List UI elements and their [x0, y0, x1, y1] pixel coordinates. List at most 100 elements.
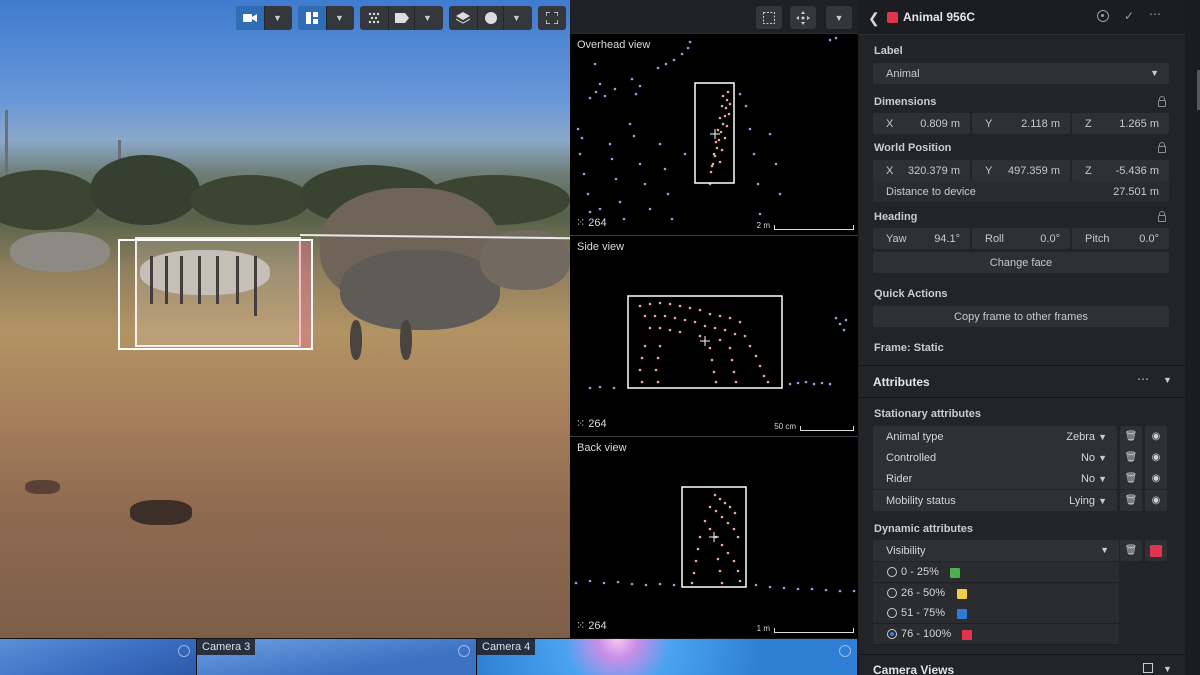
- lock-icon[interactable]: [1158, 96, 1166, 107]
- roll-value: 0.0°: [1040, 233, 1060, 245]
- camera-thumbnail[interactable]: Camera 4: [477, 639, 858, 675]
- label-select[interactable]: Animal ▼: [873, 63, 1169, 84]
- lock-icon[interactable]: [1158, 211, 1166, 222]
- dimension-z-field[interactable]: Z 1.265 m: [1072, 113, 1169, 134]
- chevron-down-icon[interactable]: ▼: [826, 6, 852, 29]
- yaw-value: 94.1°: [934, 233, 960, 245]
- change-face-button[interactable]: Change face: [873, 252, 1169, 273]
- camera-thumbnail[interactable]: [0, 639, 197, 675]
- back-view[interactable]: Back view ⁙ 264 1 m: [570, 437, 858, 638]
- move-icon[interactable]: [790, 6, 816, 29]
- wildebeest-leg: [400, 320, 412, 360]
- grid-layout-icon[interactable]: [298, 6, 326, 30]
- dimension-y-field[interactable]: Y 2.118 m: [972, 113, 1070, 134]
- camera-toolbar-group: ▼: [236, 6, 292, 30]
- radio-button[interactable]: [887, 567, 897, 577]
- checkmark-icon[interactable]: ✓: [1124, 9, 1134, 23]
- attribute-row[interactable]: Animal type Zebra ▼: [873, 426, 1117, 447]
- attribute-row[interactable]: Mobility status Lying ▼: [873, 490, 1117, 511]
- trash-icon[interactable]: 🗑: [1120, 447, 1142, 468]
- palette-icon[interactable]: ◉: [1145, 490, 1167, 511]
- camera-settings-icon[interactable]: [178, 645, 190, 657]
- pitch-field[interactable]: Pitch 0.0°: [1072, 228, 1169, 249]
- visibility-select[interactable]: Visibility ▼: [873, 540, 1119, 561]
- select-region-icon[interactable]: [756, 6, 782, 29]
- attribute-value[interactable]: Lying ▼: [1069, 495, 1107, 507]
- roll-field[interactable]: Roll 0.0°: [972, 228, 1070, 249]
- layout-toolbar-group: ▼: [298, 6, 354, 30]
- axis-label: X: [886, 118, 894, 130]
- camera-view[interactable]: ▼ ▼ ▼ ▼: [0, 0, 570, 638]
- camera-thumbnail[interactable]: Camera 3: [197, 639, 477, 675]
- attributes-title: Attributes: [873, 375, 930, 389]
- visibility-color-button[interactable]: [1145, 540, 1167, 561]
- lock-icon[interactable]: [1158, 142, 1166, 153]
- layers-icon[interactable]: [449, 6, 477, 30]
- chevron-down-icon[interactable]: ▼: [264, 6, 290, 30]
- fullscreen-group: [538, 6, 566, 30]
- visibility-option[interactable]: 76 - 100%: [873, 624, 1119, 645]
- trash-icon[interactable]: 🗑: [1120, 490, 1142, 511]
- chevron-down-icon[interactable]: ▼: [326, 6, 352, 30]
- axis-label: X: [886, 165, 894, 177]
- position-z-field[interactable]: Z -5.436 m: [1072, 160, 1169, 181]
- views-toolbar: ▼: [570, 0, 858, 34]
- scale-label: 1 m: [756, 624, 770, 633]
- zebra-herd: [10, 232, 110, 272]
- palette-icon[interactable]: ◉: [1145, 447, 1167, 468]
- palette-icon[interactable]: ◉: [1145, 426, 1167, 447]
- tree: [190, 175, 310, 225]
- distance-to-device: Distance to device 27.501 m: [873, 181, 1169, 202]
- chevron-down-icon[interactable]: ▼: [1163, 664, 1172, 674]
- circle-icon[interactable]: [477, 6, 503, 30]
- fullscreen-icon[interactable]: [538, 6, 566, 30]
- more-options-icon[interactable]: ⋯: [1149, 7, 1162, 21]
- scale-indicator: 50 cm: [774, 422, 854, 431]
- visibility-option[interactable]: 26 - 50%: [873, 583, 1119, 604]
- camera-settings-icon[interactable]: [839, 645, 851, 657]
- tag-icon[interactable]: [388, 6, 414, 30]
- chevron-down-icon[interactable]: ▼: [503, 6, 529, 30]
- video-camera-icon[interactable]: [236, 6, 264, 30]
- visibility-option[interactable]: 51 - 75%: [873, 603, 1119, 624]
- radio-button-selected[interactable]: [887, 629, 897, 639]
- locate-icon[interactable]: [1097, 10, 1109, 22]
- trash-icon[interactable]: 🗑: [1120, 426, 1142, 447]
- position-y-field[interactable]: Y 497.359 m: [972, 160, 1070, 181]
- attribute-value[interactable]: No ▼: [1081, 473, 1107, 485]
- position-x-field[interactable]: X 320.379 m: [873, 160, 970, 181]
- trash-icon[interactable]: 🗑: [1120, 540, 1142, 561]
- scale-label: 2 m: [756, 221, 770, 230]
- chevron-down-icon[interactable]: ▼: [1163, 375, 1172, 385]
- radio-button[interactable]: [887, 608, 897, 618]
- visibility-option[interactable]: 0 - 25%: [873, 562, 1119, 583]
- side-view[interactable]: Side view ⁙ 264 50 cm: [570, 236, 858, 436]
- more-options-icon[interactable]: ⋯: [1137, 372, 1149, 386]
- frame-status: Frame: Static: [874, 342, 944, 354]
- overhead-view[interactable]: Overhead view ⁙ 264 2 m: [570, 34, 858, 235]
- chevron-down-icon[interactable]: ▼: [414, 6, 440, 30]
- pitch-value: 0.0°: [1139, 233, 1159, 245]
- point-cloud-icon[interactable]: [360, 6, 388, 30]
- tree: [0, 170, 100, 230]
- open-external-icon[interactable]: [1143, 663, 1153, 673]
- trash-icon[interactable]: 🗑: [1120, 468, 1142, 489]
- radio-button[interactable]: [887, 588, 897, 598]
- back-arrow-icon[interactable]: ❮: [868, 10, 880, 27]
- axis-label: Y: [985, 118, 993, 130]
- stationary-attributes-title: Stationary attributes: [874, 408, 981, 420]
- camera-settings-icon[interactable]: [458, 645, 470, 657]
- camera-strip: Camera 3 Camera 4: [0, 638, 858, 675]
- cuboid-annotation[interactable]: [118, 239, 313, 350]
- color-swatch: [957, 609, 967, 619]
- attribute-value[interactable]: No ▼: [1081, 452, 1107, 464]
- dimension-x-field[interactable]: X 0.809 m: [873, 113, 970, 134]
- yaw-field[interactable]: Yaw 94.1°: [873, 228, 970, 249]
- attribute-value[interactable]: Zebra ▼: [1066, 431, 1107, 443]
- pitch-label: Pitch: [1085, 233, 1110, 245]
- copy-frame-button[interactable]: Copy frame to other frames: [873, 306, 1169, 327]
- attribute-row[interactable]: Rider No ▼: [873, 468, 1117, 489]
- dynamic-attributes-title: Dynamic attributes: [874, 523, 974, 535]
- palette-icon[interactable]: ◉: [1145, 468, 1167, 489]
- attribute-row[interactable]: Controlled No ▼: [873, 447, 1117, 468]
